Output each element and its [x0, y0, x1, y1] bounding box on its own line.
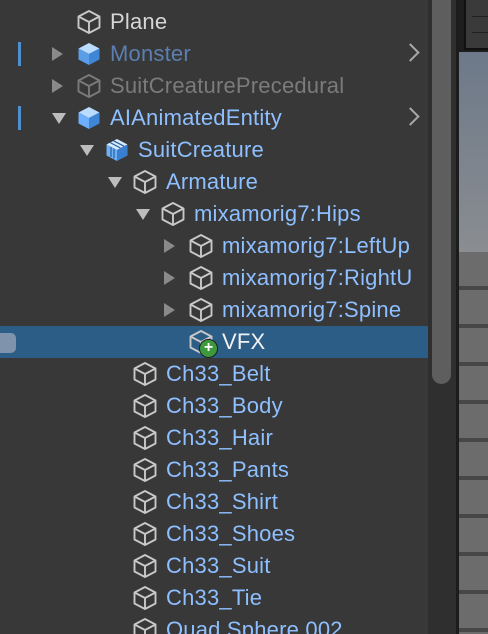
gameobject-icon [132, 393, 158, 419]
hierarchy-row-label: mixamorig7:Spine [222, 297, 402, 322]
hierarchy-row-label: mixamorig7:LeftUp [222, 233, 411, 258]
gameobject-icon [132, 361, 158, 387]
hierarchy-row[interactable]: Ch33_Shoes [0, 518, 428, 550]
prefab-icon [76, 41, 102, 67]
hierarchy-row[interactable]: Ch33_Body [0, 390, 428, 422]
prefab-icon [76, 105, 102, 131]
gameobject-icon [132, 617, 158, 634]
collapsed-foldout-arrow-icon[interactable] [52, 47, 63, 61]
added-override-plus-icon: + [199, 339, 218, 358]
collapsed-foldout-arrow-icon[interactable] [164, 303, 175, 317]
hierarchy-row-label: SuitCreaturePrecedural [110, 73, 345, 98]
hierarchy-row-label: Ch33_Shirt [166, 489, 279, 514]
hierarchy-row[interactable]: mixamorig7:Hips [0, 198, 428, 230]
hierarchy-row-label: Monster [110, 41, 191, 66]
expanded-foldout-arrow-icon[interactable] [108, 177, 122, 188]
hierarchy-row[interactable]: Ch33_Suit [0, 550, 428, 582]
hierarchy-row-label: Quad Sphere.002 [166, 617, 343, 634]
hierarchy-row-label: Plane [110, 9, 168, 34]
gameobject-icon [132, 489, 158, 515]
hierarchy-row-label: Armature [166, 169, 259, 194]
gameobject-icon [132, 521, 158, 547]
hierarchy-row-label: SuitCreature [138, 137, 264, 162]
hierarchy-row[interactable]: AIAnimatedEntity [0, 102, 428, 134]
hierarchy-row-label: Ch33_Body [166, 393, 283, 418]
gameobject-icon [132, 457, 158, 483]
hierarchy-row[interactable]: Ch33_Hair [0, 422, 428, 454]
hierarchy-row-label: Ch33_Suit [166, 553, 271, 578]
hierarchy-row[interactable]: mixamorig7:RightU [0, 262, 428, 294]
gameobject-icon [188, 265, 214, 291]
gameobject-icon [160, 201, 186, 227]
expanded-foldout-arrow-icon[interactable] [80, 145, 94, 156]
hierarchy-row[interactable]: Monster [0, 38, 428, 70]
hierarchy-row-label: VFX [222, 329, 266, 354]
hierarchy-row-label: Ch33_Hair [166, 425, 273, 450]
gameobject-icon [132, 553, 158, 579]
collapsed-foldout-arrow-icon[interactable] [164, 271, 175, 285]
scene-view[interactable] [459, 0, 488, 634]
gameobject-icon [188, 297, 214, 323]
gameobject-icon [76, 9, 102, 35]
hierarchy-row[interactable]: Ch33_Tie [0, 582, 428, 614]
hierarchy-row[interactable]: mixamorig7:LeftUp [0, 230, 428, 262]
gameobject-icon [188, 233, 214, 259]
hierarchy-row[interactable]: Ch33_Belt [0, 358, 428, 390]
scene-ground [459, 252, 488, 634]
expanded-foldout-arrow-icon[interactable] [52, 113, 66, 124]
hierarchy-row-label: mixamorig7:RightU [222, 265, 413, 290]
scene-sky [459, 52, 488, 252]
gameobject-icon [76, 73, 102, 99]
model-prefab-icon [104, 137, 130, 163]
hierarchy-row[interactable]: Ch33_Shirt [0, 486, 428, 518]
hierarchy-row[interactable]: SuitCreature [0, 134, 428, 166]
prefab-override-bar [18, 42, 21, 66]
hierarchy-row[interactable]: Ch33_Pants [0, 454, 428, 486]
gameobject-icon [132, 425, 158, 451]
hierarchy-row-label: Ch33_Tie [166, 585, 263, 610]
collapsed-foldout-arrow-icon[interactable] [52, 79, 63, 93]
scene-overlay-widget[interactable] [464, 0, 488, 50]
hierarchy-row[interactable]: Quad Sphere.002 [0, 614, 428, 634]
hierarchy-row-label: Ch33_Pants [166, 457, 290, 482]
open-prefab-chevron-icon[interactable] [401, 107, 420, 126]
hierarchy-row[interactable]: SuitCreaturePrecedural [0, 70, 428, 102]
open-prefab-chevron-icon[interactable] [401, 43, 420, 62]
hierarchy-row[interactable]: Plane [0, 6, 428, 38]
hierarchy-panel: Plane Monster SuitCreaturePrecedural AIA… [0, 0, 428, 634]
scrollbar-thumb[interactable] [432, 0, 451, 384]
gameobject-icon [132, 169, 158, 195]
expanded-foldout-arrow-icon[interactable] [136, 209, 150, 220]
hierarchy-row[interactable]: mixamorig7:Spine [0, 294, 428, 326]
prefab-override-bar [18, 106, 21, 130]
hierarchy-row-label: mixamorig7:Hips [194, 201, 361, 226]
scene-visibility-toggle[interactable] [0, 333, 16, 353]
hierarchy-row[interactable]: Armature [0, 166, 428, 198]
hierarchy-row-label: Ch33_Shoes [166, 521, 296, 546]
collapsed-foldout-arrow-icon[interactable] [164, 239, 175, 253]
hierarchy-row-label: AIAnimatedEntity [110, 105, 282, 130]
hierarchy-row-label: Ch33_Belt [166, 361, 271, 386]
gameobject-icon [132, 585, 158, 611]
